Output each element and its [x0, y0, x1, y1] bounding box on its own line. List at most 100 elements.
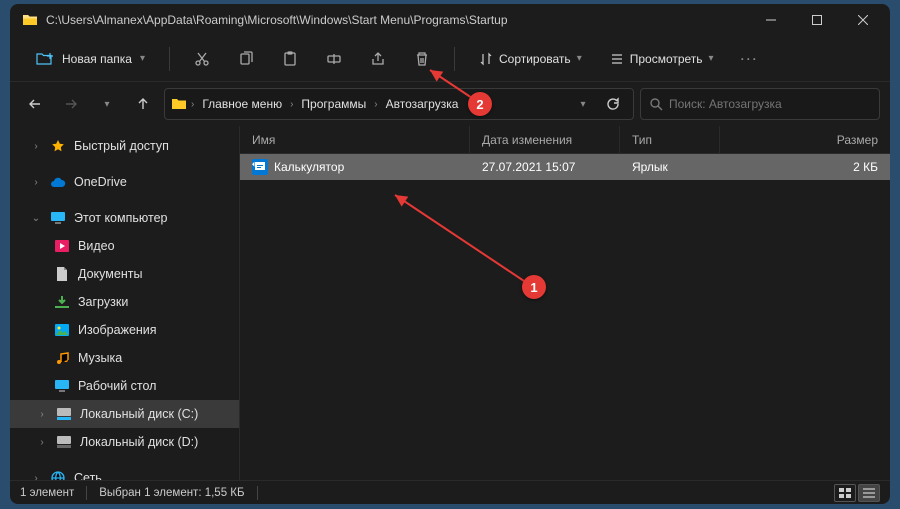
folder-icon — [22, 12, 38, 28]
new-folder-icon — [36, 51, 54, 67]
separator — [454, 47, 455, 71]
sidebar-item-label: Быстрый доступ — [74, 139, 169, 153]
file-type: Ярлык — [620, 160, 720, 174]
status-bar: 1 элемент Выбран 1 элемент: 1,55 КБ — [10, 480, 890, 504]
file-row[interactable]: Калькулятор 27.07.2021 15:07 Ярлык 2 КБ — [240, 154, 890, 180]
sidebar-item-music[interactable]: Музыка — [10, 344, 239, 372]
more-button[interactable]: ··· — [732, 43, 768, 75]
disk-icon — [56, 406, 72, 422]
column-header-type[interactable]: Тип — [620, 126, 720, 153]
chevron-down-icon: ▾ — [577, 53, 582, 64]
delete-button[interactable] — [404, 43, 440, 75]
address-dropdown-button[interactable]: ▾ — [569, 90, 597, 118]
chevron-right-icon: › — [374, 99, 377, 110]
search-box[interactable] — [640, 88, 880, 120]
column-header-name[interactable]: Имя — [240, 126, 470, 153]
view-icon — [610, 52, 624, 66]
chevron-right-icon: › — [290, 99, 293, 110]
back-button[interactable] — [20, 89, 50, 119]
forward-button[interactable] — [56, 89, 86, 119]
column-header-size[interactable]: Размер — [720, 126, 890, 153]
star-icon — [50, 138, 66, 154]
sidebar-item-videos[interactable]: Видео — [10, 232, 239, 260]
minimize-button[interactable] — [748, 4, 794, 36]
sidebar-item-label: Изображения — [78, 323, 157, 337]
sidebar-item-onedrive[interactable]: › OneDrive — [10, 168, 239, 196]
separator — [257, 486, 258, 500]
column-header-date[interactable]: Дата изменения — [470, 126, 620, 153]
address-bar[interactable]: › Главное меню › Программы › Автозагрузк… — [164, 88, 634, 120]
up-button[interactable] — [128, 89, 158, 119]
file-size: 2 КБ — [720, 160, 890, 174]
sidebar-item-label: Сеть — [74, 471, 102, 480]
cloud-icon — [50, 174, 66, 190]
sidebar-item-label: OneDrive — [74, 175, 127, 189]
maximize-button[interactable] — [794, 4, 840, 36]
separator — [86, 486, 87, 500]
chevron-down-icon: ▾ — [140, 53, 145, 64]
sidebar-item-label: Видео — [78, 239, 115, 253]
breadcrumb[interactable]: Главное меню — [198, 95, 286, 113]
sidebar-item-documents[interactable]: Документы — [10, 260, 239, 288]
sidebar-item-desktop[interactable]: Рабочий стол — [10, 372, 239, 400]
video-icon — [54, 238, 70, 254]
folder-icon — [171, 97, 187, 111]
sidebar-item-this-pc[interactable]: ⌄ Этот компьютер — [10, 204, 239, 232]
sidebar-item-label: Локальный диск (C:) — [80, 407, 198, 421]
sidebar-item-label: Музыка — [78, 351, 122, 365]
sidebar-item-disk-d[interactable]: › Локальный диск (D:) — [10, 428, 239, 456]
close-button[interactable] — [840, 4, 886, 36]
window-controls — [748, 4, 886, 36]
status-count: 1 элемент — [20, 487, 74, 499]
separator — [169, 47, 170, 71]
annotation-badge-1: 1 — [522, 275, 546, 299]
desktop-icon — [54, 378, 70, 394]
breadcrumb[interactable]: Программы — [297, 95, 370, 113]
music-icon — [54, 350, 70, 366]
sidebar-item-quick-access[interactable]: › Быстрый доступ — [10, 132, 239, 160]
content-pane: Имя Дата изменения Тип Размер Калькулято… — [240, 126, 890, 480]
sidebar-item-pictures[interactable]: Изображения — [10, 316, 239, 344]
file-name: Калькулятор — [274, 160, 344, 174]
sidebar-item-downloads[interactable]: Загрузки — [10, 288, 239, 316]
annotation-badge-2: 2 — [468, 92, 492, 116]
network-icon — [50, 470, 66, 480]
recent-button[interactable]: ▾ — [92, 89, 122, 119]
chevron-right-icon: › — [30, 141, 42, 152]
sidebar-item-disk-c[interactable]: › Локальный диск (C:) — [10, 400, 239, 428]
cut-button[interactable] — [184, 43, 220, 75]
sort-icon — [479, 52, 493, 66]
paste-button[interactable] — [272, 43, 308, 75]
download-icon — [54, 294, 70, 310]
refresh-button[interactable] — [599, 90, 627, 118]
chevron-right-icon: › — [36, 409, 48, 420]
search-icon — [649, 97, 663, 111]
file-explorer-window: C:\Users\Almanex\AppData\Roaming\Microso… — [10, 4, 890, 504]
search-input[interactable] — [669, 97, 871, 111]
new-folder-button[interactable]: Новая папка ▾ — [26, 45, 155, 73]
chevron-right-icon: › — [30, 473, 42, 481]
sidebar-item-label: Локальный диск (D:) — [80, 435, 198, 449]
view-label: Просмотреть — [630, 52, 703, 66]
share-button[interactable] — [360, 43, 396, 75]
file-date: 27.07.2021 15:07 — [470, 160, 620, 174]
view-button[interactable]: Просмотреть ▾ — [600, 46, 724, 72]
status-selection: Выбран 1 элемент: 1,55 КБ — [99, 487, 244, 499]
chevron-right-icon: › — [191, 99, 194, 110]
chevron-down-icon: ▾ — [104, 99, 109, 110]
chevron-right-icon: › — [36, 437, 48, 448]
rename-button[interactable] — [316, 43, 352, 75]
chevron-down-icon: ▾ — [580, 99, 585, 110]
sidebar-item-label: Рабочий стол — [78, 379, 156, 393]
chevron-right-icon: › — [30, 177, 42, 188]
view-thumbnails-button[interactable] — [834, 484, 856, 502]
window-title: C:\Users\Almanex\AppData\Roaming\Microso… — [46, 13, 748, 27]
view-details-button[interactable] — [858, 484, 880, 502]
image-icon — [54, 322, 70, 338]
sidebar-item-network[interactable]: › Сеть — [10, 464, 239, 480]
breadcrumb[interactable]: Автозагрузка — [382, 95, 463, 113]
chevron-down-icon: ⌄ — [30, 213, 42, 224]
chevron-down-icon: ▾ — [709, 53, 714, 64]
sort-button[interactable]: Сортировать ▾ — [469, 46, 592, 72]
copy-button[interactable] — [228, 43, 264, 75]
